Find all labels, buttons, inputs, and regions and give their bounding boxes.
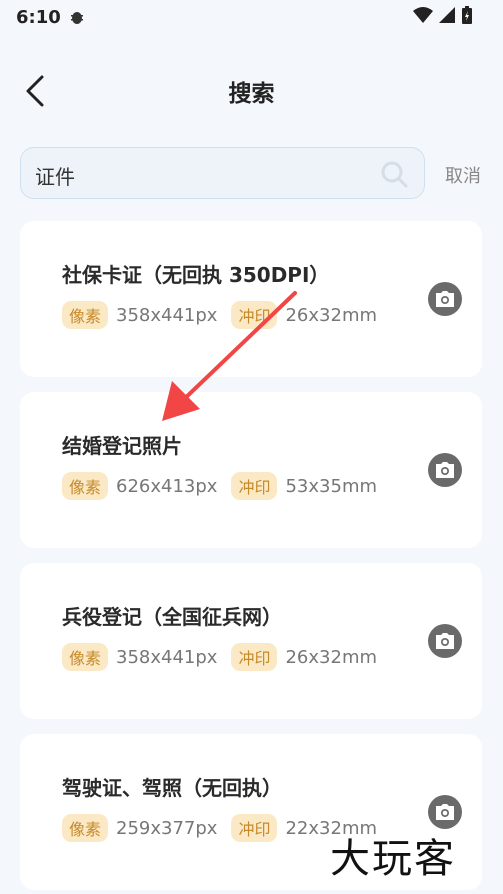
back-arrow-icon[interactable] <box>22 74 52 108</box>
print-tag: 冲印 <box>231 472 278 500</box>
result-title: 兵役登记（全国征兵网） <box>62 605 282 629</box>
wifi-icon <box>413 7 433 23</box>
battery-icon <box>462 6 472 24</box>
print-size: 53x35mm <box>285 475 378 497</box>
print-tag: 冲印 <box>231 643 278 671</box>
search-input-value[interactable]: 证件 <box>35 161 75 190</box>
pixel-tag: 像素 <box>62 814 109 842</box>
pixel-tag: 像素 <box>62 301 109 329</box>
pixel-size: 358x441px <box>116 646 218 668</box>
pixel-size: 259x377px <box>116 817 218 839</box>
result-card[interactable]: 兵役登记（全国征兵网） 像素 358x441px 冲印 26x32mm <box>20 563 482 719</box>
result-card[interactable]: 社保卡证（无回执 350DPI） 像素 358x441px 冲印 26x32mm <box>20 221 482 377</box>
result-card[interactable]: 结婚登记照片 像素 626x413px 冲印 53x35mm <box>20 392 482 548</box>
signal-icon <box>439 7 455 23</box>
result-title: 社保卡证（无回执 350DPI） <box>62 263 330 287</box>
camera-button[interactable] <box>428 795 462 829</box>
search-icon[interactable] <box>380 160 408 188</box>
pixel-size: 358x441px <box>116 304 218 326</box>
camera-icon <box>436 633 454 649</box>
pixel-size: 626x413px <box>116 475 218 497</box>
camera-icon <box>436 291 454 307</box>
result-title: 驾驶证、驾照（无回执） <box>62 776 282 800</box>
result-meta: 像素 358x441px 冲印 26x32mm <box>62 643 391 671</box>
result-meta: 像素 358x441px 冲印 26x32mm <box>62 301 391 329</box>
camera-button[interactable] <box>428 624 462 658</box>
camera-icon <box>436 804 454 820</box>
header: 搜索 <box>0 60 503 122</box>
debug-icon <box>70 12 83 24</box>
status-bar: 6:10 <box>0 0 503 34</box>
pixel-tag: 像素 <box>62 643 109 671</box>
result-title: 结婚登记照片 <box>62 434 182 458</box>
watermark-logo: 大玩客 <box>330 836 456 882</box>
print-tag: 冲印 <box>231 301 278 329</box>
print-size: 26x32mm <box>285 304 378 326</box>
camera-button[interactable] <box>428 453 462 487</box>
camera-icon <box>436 462 454 478</box>
cancel-button[interactable]: 取消 <box>445 162 481 188</box>
print-tag: 冲印 <box>231 814 278 842</box>
print-size: 26x32mm <box>285 646 378 668</box>
status-time: 6:10 <box>16 6 61 28</box>
page-title: 搜索 <box>228 81 275 107</box>
result-meta: 像素 626x413px 冲印 53x35mm <box>62 472 391 500</box>
search-row: 证件 取消 <box>20 147 483 199</box>
search-input[interactable]: 证件 <box>20 147 425 199</box>
pixel-tag: 像素 <box>62 472 109 500</box>
status-icons <box>413 6 473 24</box>
camera-button[interactable] <box>428 282 462 316</box>
